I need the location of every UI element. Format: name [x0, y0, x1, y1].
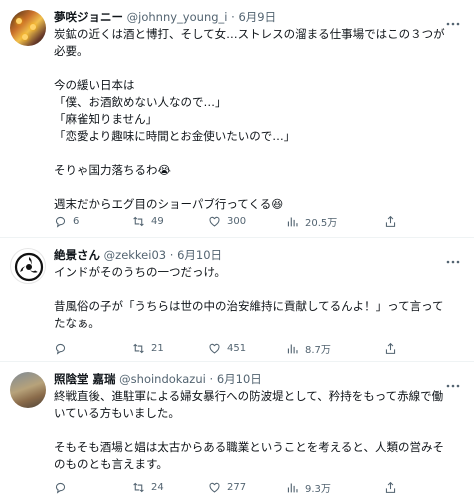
more-icon[interactable]	[446, 14, 462, 26]
views-icon	[287, 343, 298, 353]
views-icon	[287, 482, 298, 492]
tweet-line: そりゃ国力落ちるわ😭	[54, 163, 171, 177]
avatar-lamp	[16, 18, 22, 24]
retweet-icon	[133, 343, 144, 353]
tweet-line: のものとも言えます。	[54, 457, 168, 471]
tweet-date[interactable]: 6月10日	[217, 372, 262, 386]
author-name[interactable]: 夢咲ジョニー	[54, 10, 123, 24]
tweet-line: 週末だからエグ目のショーパブ行ってくる😆	[54, 197, 284, 211]
like-count: 277	[227, 481, 247, 493]
like-count: 300	[227, 215, 247, 227]
avatar-lamp	[30, 24, 36, 30]
like-icon	[209, 216, 220, 227]
more-icon[interactable]	[446, 252, 462, 264]
retweet-count: 21	[151, 342, 164, 354]
like-button[interactable]: 277	[208, 479, 246, 495]
tweet-line: 「恋愛より趣味に時間とお金使いたいので…」	[54, 129, 296, 143]
share-icon	[385, 481, 396, 493]
tweet-line: いている方もいました。	[54, 406, 180, 420]
like-button[interactable]: 300	[208, 213, 246, 229]
retweet-icon	[133, 482, 144, 492]
tweet-2[interactable]: 絶景さん @zekkei03 · 6月10日 インドがそのうちの一つだっけ。 昔…	[0, 238, 474, 358]
author-handle[interactable]: @shoindokazui	[119, 372, 206, 386]
avatar[interactable]	[10, 248, 46, 284]
share-button[interactable]	[384, 340, 397, 356]
reply-icon	[55, 343, 66, 355]
avatar[interactable]	[10, 10, 46, 46]
share-button[interactable]	[384, 479, 397, 495]
action-bar: 24 277 9.3万	[54, 479, 470, 495]
reply-icon	[55, 216, 66, 228]
share-icon	[385, 342, 396, 354]
tweet-line: 「僕、お酒飲めない人なので…」	[54, 95, 227, 109]
tweet-3[interactable]: 照陰堂 嘉瑞 @shoindokazui · 6月10日 終戦直後、進駐軍による…	[0, 362, 474, 501]
tweet-line: インドがそのうちの一つだっけ。	[54, 265, 226, 279]
tweet-line: 「麻雀知りません」	[54, 112, 158, 126]
tweet-date[interactable]: 6月9日	[238, 10, 276, 24]
like-icon	[209, 343, 220, 354]
tweet-line: 今の緩い日本は	[54, 78, 135, 92]
views-button[interactable]: 9.3万	[286, 479, 331, 495]
reply-button[interactable]	[54, 479, 73, 495]
views-count: 20.5万	[305, 217, 338, 229]
tweet-line: そもそも酒場と娼は太古からある職業ということを考えると、人類の営みそ	[54, 440, 444, 454]
tweet-line: たなぁ。	[54, 316, 100, 330]
retweet-count: 49	[151, 215, 164, 227]
retweet-button[interactable]: 24	[132, 479, 164, 495]
reply-count: 6	[73, 215, 80, 227]
retweet-icon	[133, 216, 144, 226]
retweet-button[interactable]: 49	[132, 213, 164, 229]
retweet-count: 24	[151, 481, 164, 493]
mitsudomoe-logo	[14, 252, 44, 282]
tweet-line: 昔風俗の子が「うちらは世の中の治安維持に貢献してるんよ！」って言って	[54, 299, 444, 313]
author-name[interactable]: 照陰堂 嘉瑞	[54, 372, 116, 386]
tweet-header: 絶景さん @zekkei03 · 6月10日	[54, 248, 223, 262]
tweet-text: 炭鉱の近くは酒と博打、そして女…ストレスの溜まる仕事場ではこの３つが 必要。 今…	[54, 26, 470, 213]
reply-button[interactable]	[54, 340, 73, 356]
tweet-header: 照陰堂 嘉瑞 @shoindokazui · 6月10日	[54, 372, 262, 386]
tweet-line: 終戦直後、進駐軍による婦女暴行への防波堤として、矜持をもって赤線で働	[54, 389, 444, 403]
author-handle[interactable]: @johnny_young_i	[127, 10, 228, 24]
views-icon	[287, 216, 298, 226]
views-count: 9.3万	[305, 483, 331, 495]
views-count: 8.7万	[305, 344, 331, 356]
reply-icon	[55, 482, 66, 494]
views-button[interactable]: 8.7万	[286, 340, 331, 356]
reply-button[interactable]: 6	[54, 213, 79, 229]
avatar[interactable]	[10, 372, 46, 408]
tweet-date[interactable]: 6月10日	[177, 248, 222, 262]
share-icon	[385, 215, 396, 227]
author-name[interactable]: 絶景さん	[54, 248, 100, 262]
tweet-line: 必要。	[54, 44, 89, 58]
tweet-header: 夢咲ジョニー @johnny_young_i · 6月9日	[54, 10, 277, 24]
like-count: 451	[227, 342, 247, 354]
like-button[interactable]: 451	[208, 340, 246, 356]
tweet-text: 終戦直後、進駐軍による婦女暴行への防波堤として、矜持をもって赤線で働 いている方…	[54, 388, 470, 473]
tweet-text: インドがそのうちの一つだっけ。 昔風俗の子が「うちらは世の中の治安維持に貢献して…	[54, 264, 470, 332]
action-bar: 21 451 8.7万	[54, 340, 470, 356]
views-button[interactable]: 20.5万	[286, 213, 337, 229]
action-bar: 6 49 300 20.5万	[54, 213, 470, 229]
author-handle[interactable]: @zekkei03	[104, 248, 166, 262]
like-icon	[209, 482, 220, 493]
retweet-button[interactable]: 21	[132, 340, 164, 356]
share-button[interactable]	[384, 213, 397, 229]
tweet-1[interactable]: 夢咲ジョニー @johnny_young_i · 6月9日 炭鉱の近くは酒と博打…	[0, 0, 474, 236]
tweet-line: 炭鉱の近くは酒と博打、そして女…ストレスの溜まる仕事場ではこの３つが	[54, 27, 445, 41]
avatar-lamp	[22, 34, 28, 40]
more-icon[interactable]	[446, 376, 462, 388]
